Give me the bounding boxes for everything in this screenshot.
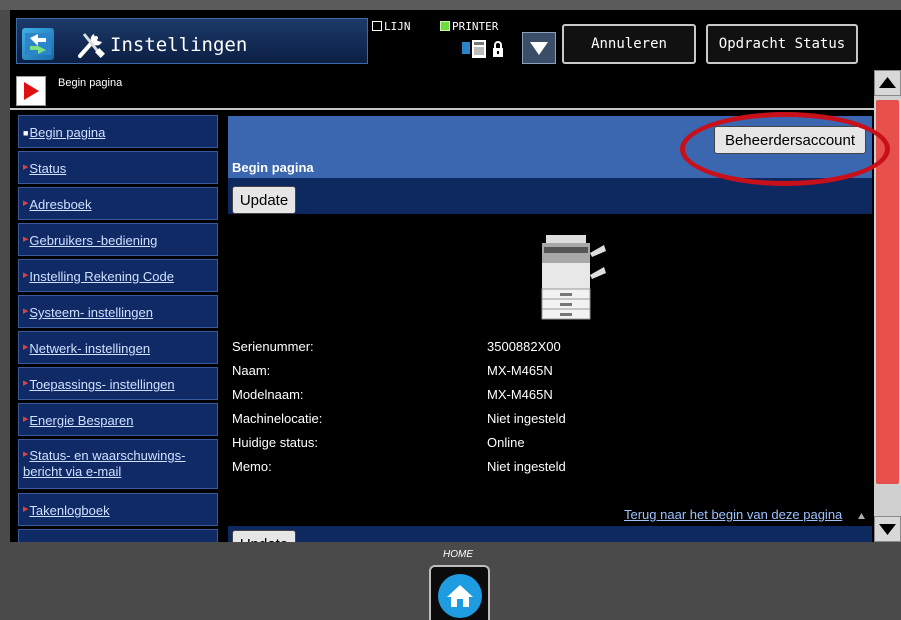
info-label-location: Machinelocatie:	[232, 411, 323, 426]
job-status-button[interactable]: Opdracht Status	[706, 24, 858, 64]
sidebar-item-adresboek[interactable]: ▶Adresboek	[18, 187, 218, 220]
arrow-down-icon	[879, 524, 896, 535]
line-label: LIJN	[384, 20, 411, 33]
back-to-top-link[interactable]: Terug naar het begin van deze pagina	[624, 507, 842, 522]
sidebar-item-label[interactable]: Instelling Rekening Code	[29, 269, 174, 284]
printer-status-box	[440, 21, 450, 31]
status-dropdown-button[interactable]	[522, 32, 556, 64]
header: Instellingen LIJN PRINTER Annuleren Opdr…	[10, 10, 901, 70]
sidebar-item-rekening-code[interactable]: ▶Instelling Rekening Code	[18, 259, 218, 292]
printer-indicator: PRINTER	[440, 20, 498, 33]
content-header: Begin pagina Beheerdersaccount	[228, 116, 872, 178]
printer-device-image	[541, 235, 606, 320]
sidebar-item-systeem[interactable]: ▶Systeem- instellingen	[18, 295, 218, 328]
home-label: HOME	[443, 549, 473, 560]
sidebar-item-label[interactable]: Netwerk- instellingen	[29, 341, 150, 356]
sidebar-item-takenlogboek[interactable]: ▶Takenlogboek	[18, 493, 218, 526]
settings-app-icon[interactable]	[22, 28, 54, 60]
scroll-up-button[interactable]	[874, 70, 901, 96]
info-value-location: Niet ingesteld	[487, 411, 566, 426]
info-label-name: Naam:	[232, 363, 271, 378]
tools-icon	[78, 33, 105, 58]
scroll-down-button[interactable]	[874, 516, 901, 542]
arrow-up-icon	[858, 513, 865, 519]
update-bar	[228, 178, 872, 214]
play-arrow-icon	[24, 82, 39, 100]
scroll-thumb[interactable]	[876, 100, 899, 484]
info-label-memo: Memo:	[232, 459, 272, 474]
page-title: Begin pagina	[232, 160, 314, 175]
sidebar-item-label-line2[interactable]: bericht via e-mail	[23, 464, 121, 479]
sidebar-item-begin-pagina[interactable]: ■Begin pagina	[18, 115, 218, 148]
update-button[interactable]: Update	[232, 186, 296, 214]
home-button[interactable]	[429, 565, 490, 620]
printer-lock-icon	[462, 40, 503, 58]
bullet-icon: ▶	[23, 200, 29, 207]
bullet-icon: ▶	[23, 308, 29, 315]
sidebar-item-label[interactable]: Adresboek	[29, 197, 91, 212]
home-icon	[438, 574, 482, 618]
device-screen: Instellingen LIJN PRINTER Annuleren Opdr…	[10, 10, 901, 542]
sidebar-item-email-status[interactable]: ▶Status- en waarschuwings-bericht via e-…	[18, 439, 218, 489]
update-button-bottom[interactable]: Update	[232, 530, 296, 542]
breadcrumb: Begin pagina	[10, 70, 876, 110]
info-label-serial: Serienummer:	[232, 339, 314, 354]
line-status-box	[372, 21, 382, 31]
sidebar-item-label[interactable]: Systeem- instellingen	[29, 305, 153, 320]
info-value-memo: Niet ingesteld	[487, 459, 566, 474]
sidebar-item-label[interactable]: Begin pagina	[29, 125, 105, 140]
sidebar-item-label-line1[interactable]: Status- en waarschuwings-	[29, 448, 185, 463]
sidebar-item-label[interactable]: Gebruikers -bediening	[29, 233, 157, 248]
scrollbar[interactable]	[874, 70, 901, 542]
cancel-button[interactable]: Annuleren	[562, 24, 696, 64]
bullet-icon: ▶	[23, 506, 29, 513]
chevron-down-icon	[530, 42, 548, 55]
sidebar-item-gebruikers[interactable]: ▶Gebruikers -bediening	[18, 223, 218, 256]
line-indicator: LIJN	[372, 20, 411, 33]
sidebar-item-label[interactable]: Status	[29, 161, 66, 176]
sidebar-item-energie[interactable]: ▶Energie Besparen	[18, 403, 218, 436]
bullet-icon: ▶	[23, 344, 29, 351]
printer-label: PRINTER	[452, 20, 499, 33]
sidebar-item-netwerk[interactable]: ▶Netwerk- instellingen	[18, 331, 218, 364]
breadcrumb-toggle-button[interactable]	[16, 76, 46, 106]
info-value-name: MX-M465N	[487, 363, 553, 378]
bottom-update-bar	[228, 526, 872, 542]
bullet-icon: ▶	[23, 416, 29, 423]
sidebar-item-status[interactable]: ▶Status	[18, 151, 218, 184]
info-label-status: Huidige status:	[232, 435, 318, 450]
bullet-icon: ▶	[23, 380, 29, 387]
breadcrumb-text: Begin pagina	[58, 77, 123, 89]
info-value-model: MX-M465N	[487, 387, 553, 402]
main-content: Begin pagina Beheerdersaccount Update Se…	[228, 113, 872, 542]
admin-account-button[interactable]: Beheerdersaccount	[714, 126, 866, 154]
info-value-status: Online	[487, 435, 525, 450]
active-bullet-icon: ■	[23, 128, 29, 138]
sidebar-item-label[interactable]: Takenlogboek	[29, 503, 109, 518]
info-label-model: Modelnaam:	[232, 387, 304, 402]
arrow-up-icon	[879, 77, 896, 88]
top-strip	[0, 0, 901, 10]
app-title: Instellingen	[110, 34, 248, 56]
bullet-icon: ▶	[23, 451, 29, 458]
sidebar: ■Begin pagina ▶Status ▶Adresboek ▶Gebrui…	[10, 113, 228, 542]
sidebar-item-partial[interactable]	[18, 529, 218, 542]
bullet-icon: ▶	[23, 272, 29, 279]
info-value-serial: 3500882X00	[487, 339, 561, 354]
sidebar-item-label[interactable]: Energie Besparen	[29, 413, 133, 428]
bullet-icon: ▶	[23, 236, 29, 243]
bullet-icon: ▶	[23, 164, 29, 171]
sidebar-item-label[interactable]: Toepassings- instellingen	[29, 377, 174, 392]
sidebar-item-toepassings[interactable]: ▶Toepassings- instellingen	[18, 367, 218, 400]
